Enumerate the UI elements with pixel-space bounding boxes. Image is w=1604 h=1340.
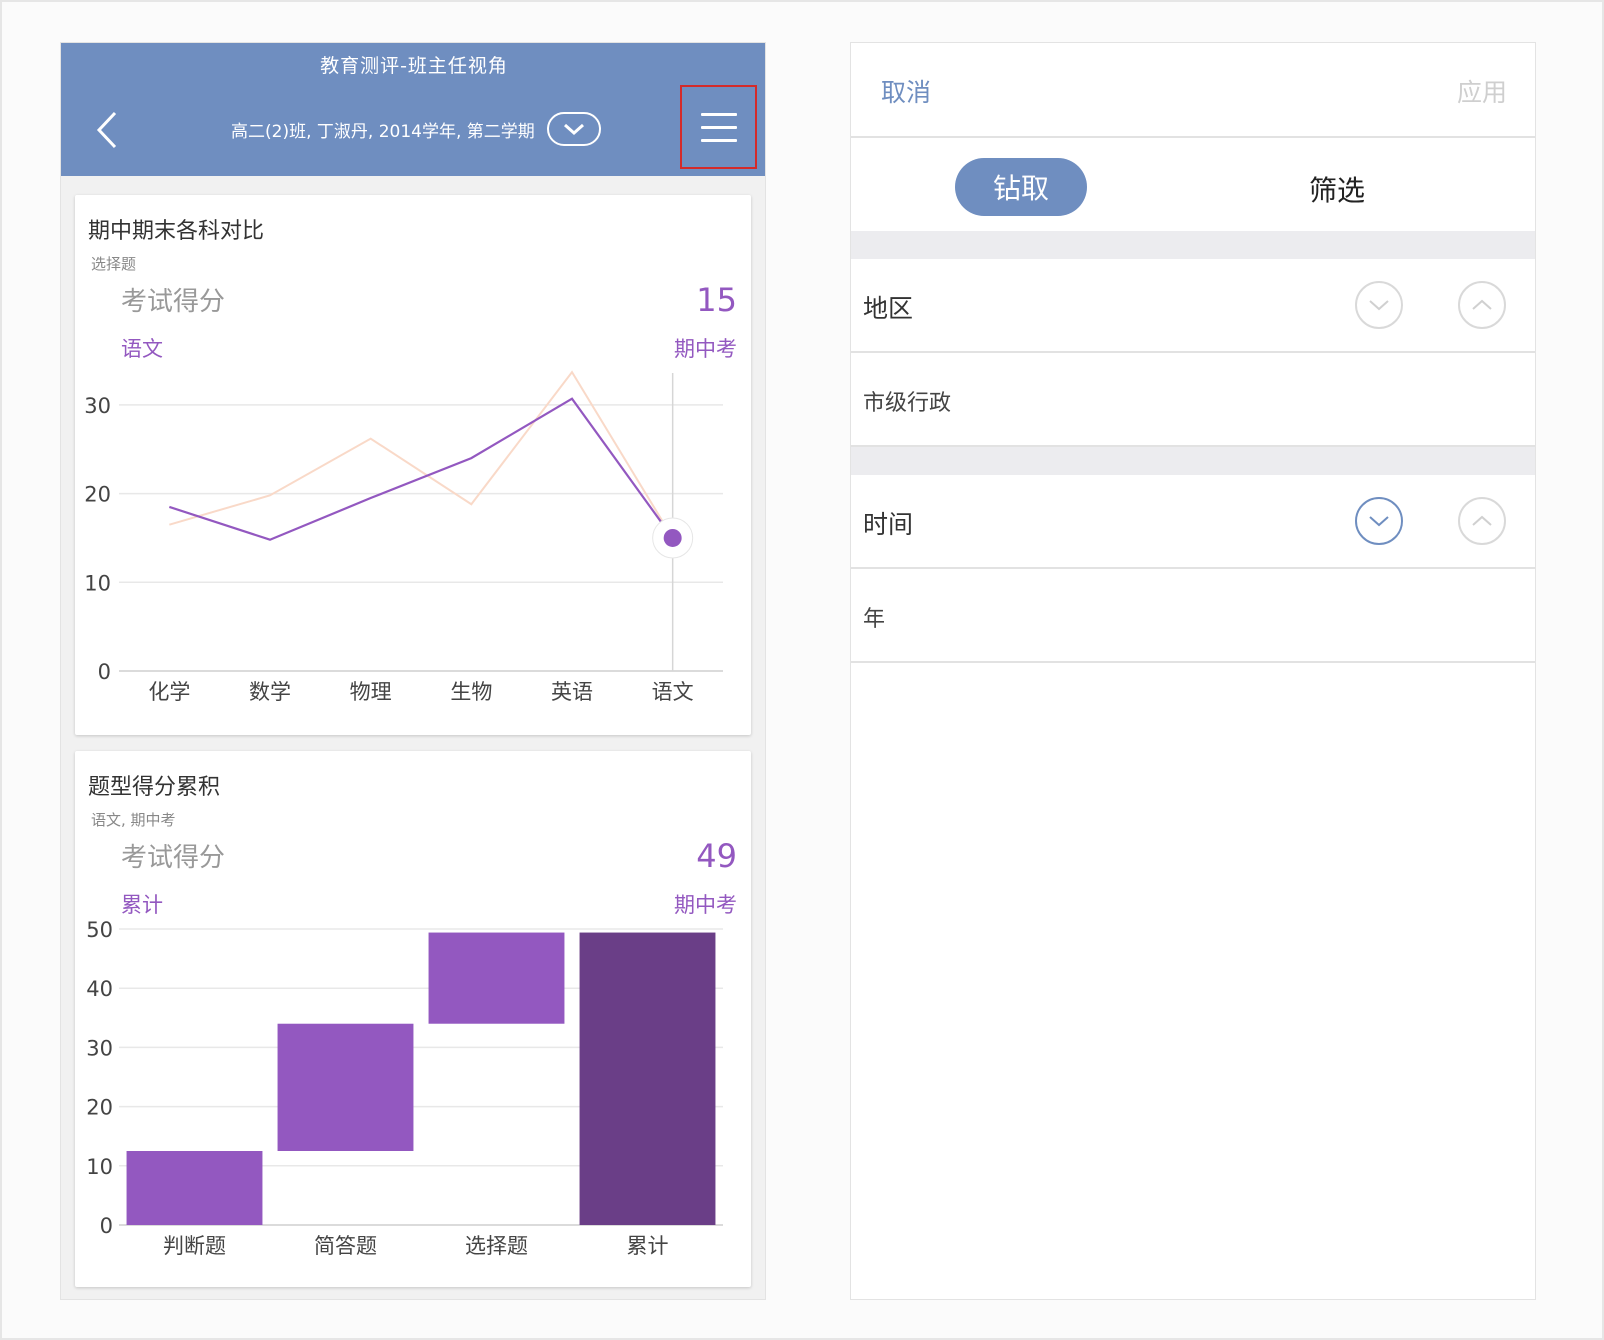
chevron-left-icon (96, 111, 117, 149)
subject-comparison-card: 期中期末各科对比 选择题 考试得分 15 语文 期中考 0 10 20 30 化学 数学物… (75, 195, 751, 735)
y-tick-label: 30 (86, 1036, 113, 1060)
cancel-button[interactable]: 取消 (881, 73, 931, 109)
dashboard-screen: 教育测评-班主任视角 高二(2)班, 丁淑丹, 2014学年, 第二学期 期中期… (60, 42, 766, 1300)
y-tick-label: 20 (86, 1096, 113, 1120)
time-value-row[interactable]: 年 (851, 569, 1535, 663)
hamburger-menu-button[interactable] (680, 85, 757, 169)
y-tick-label: 40 (86, 977, 113, 1001)
y-tick-label: 10 (84, 571, 111, 595)
time-header-row: 时间 (851, 475, 1535, 569)
question-type-card: 题型得分累积 语文, 期中考 考试得分 49 累计 期中考 0 10 20 30 40 5… (75, 751, 751, 1287)
section-divider (851, 231, 1535, 259)
x-tick-label: 英语 (551, 680, 593, 704)
mode-segmented-control: 钻取 筛选 (851, 139, 1535, 231)
bar-4 (579, 932, 716, 1225)
app-title: 教育测评-班主任视角 (320, 55, 508, 77)
x-tick-label: 物理 (350, 680, 392, 704)
y-tick-label: 30 (84, 394, 111, 418)
y-tick-label: 20 (84, 483, 111, 507)
x-tick-label: 语文 (652, 680, 694, 704)
y-tick-label: 50 (86, 918, 113, 942)
x-tick-label: 化学 (148, 680, 190, 704)
section-divider (851, 447, 1535, 475)
region-value: 市级行政 (863, 391, 952, 416)
x-tick-label: 选择题 (465, 1234, 528, 1258)
bar-1 (126, 1151, 263, 1225)
filter-panel: 取消 应用 钻取 筛选 地区 市级行政 时间 年 (850, 42, 1536, 1300)
chevron-down-icon (1369, 516, 1389, 527)
time-value: 年 (863, 607, 886, 632)
region-header-row: 地区 (851, 259, 1535, 353)
x-tick-label: 累计 (627, 1234, 669, 1258)
hamburger-menu-icon-line (700, 112, 737, 116)
x-tick-label: 生物 (450, 680, 492, 704)
series-line-primary (168, 397, 674, 541)
app-header: 教育测评-班主任视角 高二(2)班, 丁淑丹, 2014学年, 第二学期 (61, 43, 765, 176)
apply-button[interactable]: 应用 (1457, 73, 1507, 109)
y-tick-label: 0 (98, 660, 111, 684)
hamburger-menu-icon-line (700, 138, 737, 142)
context-selector-text[interactable]: 高二(2)班, 丁淑丹, 2014学年, 第二学期 (231, 117, 535, 142)
chevron-up-icon (1472, 299, 1492, 310)
x-tick-label: 判断题 (163, 1234, 226, 1258)
back-button[interactable] (87, 105, 127, 155)
context-dropdown-button[interactable] (547, 112, 601, 146)
region-value-row[interactable]: 市级行政 (851, 353, 1535, 447)
panel-toolbar: 取消 应用 (851, 43, 1535, 138)
y-tick-label: 10 (86, 1155, 113, 1179)
x-tick-label: 简答题 (314, 1234, 377, 1258)
highlight-point (663, 528, 682, 547)
hamburger-menu-icon-line (700, 125, 737, 129)
region-drill-down-button[interactable] (1355, 281, 1403, 329)
time-drill-down-button[interactable] (1355, 497, 1403, 545)
bar-2 (277, 1023, 414, 1151)
chevron-down-icon (564, 123, 584, 136)
chevron-down-icon (1369, 300, 1389, 311)
y-tick-label: 0 (100, 1214, 113, 1238)
series-line-secondary (169, 370, 674, 539)
region-drill-up-button[interactable] (1458, 281, 1506, 329)
waterfall-bar-chart[interactable]: 0 10 20 30 40 50 判断题 简答题 选择题 累计 (75, 751, 751, 1287)
x-tick-label: 数学 (249, 680, 291, 704)
tab-filter[interactable]: 筛选 (1309, 169, 1365, 209)
region-label: 地区 (863, 294, 914, 323)
tab-drill[interactable]: 钻取 (955, 158, 1087, 216)
bar-3 (428, 932, 565, 1024)
time-label: 时间 (863, 510, 914, 539)
chevron-up-icon (1472, 515, 1492, 526)
subject-line-chart[interactable]: 0 10 20 30 化学 数学 物理 生物 英语 语文 (75, 195, 751, 735)
time-drill-up-button[interactable] (1458, 497, 1506, 545)
